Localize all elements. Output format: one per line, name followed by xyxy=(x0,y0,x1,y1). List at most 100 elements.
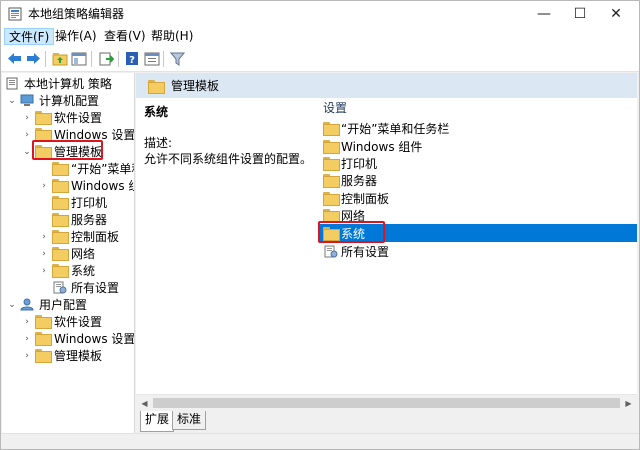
tree-item-all-settings[interactable]: 所有设置 xyxy=(39,279,119,296)
column-header-setting[interactable]: 设置 xyxy=(316,98,637,118)
show-hide-tree-icon xyxy=(71,52,86,65)
folder-icon xyxy=(148,79,165,94)
help-icon: ? xyxy=(125,52,138,66)
tree-item-software-settings[interactable]: › 软件设置 xyxy=(22,109,102,126)
filter-button[interactable] xyxy=(169,50,186,67)
chevron-down-icon[interactable]: ⌄ xyxy=(22,143,32,160)
show-hide-tree-button[interactable] xyxy=(70,50,87,67)
chevron-down-icon[interactable]: ⌄ xyxy=(7,92,17,109)
back-button[interactable] xyxy=(6,50,23,67)
tree-item-label: 管理模板 xyxy=(54,349,103,363)
folder-icon xyxy=(323,139,340,154)
chevron-right-icon[interactable]: › xyxy=(39,245,49,262)
tree-item-control-panel[interactable]: › 控制面板 xyxy=(39,228,119,245)
list-item-windows-components[interactable]: Windows 组件 xyxy=(320,137,637,155)
tree-item-user-software-settings[interactable]: › 软件设置 xyxy=(22,313,102,330)
group-policy-editor-window: 本地组策略编辑器 — ☐ ✕ 文件(F) 操作(A) 查看(V) 帮助(H) ? xyxy=(0,0,640,450)
tree-item-label: 打印机 xyxy=(71,196,108,210)
export-list-button[interactable] xyxy=(97,50,114,67)
folder-icon xyxy=(323,121,340,136)
toolbar-separator xyxy=(91,51,92,67)
list-item-label: 服务器 xyxy=(341,173,378,188)
list-item-start-menu[interactable]: “开始”菜单和任务栏 xyxy=(320,119,637,137)
window-title: 本地组策略编辑器 xyxy=(28,7,125,21)
tree-item-user-config[interactable]: ⌄ 用户配置 xyxy=(7,296,87,313)
menu-bar: 文件(F) 操作(A) 查看(V) 帮助(H) xyxy=(1,27,639,45)
tree-item-label: 系统 xyxy=(71,264,96,278)
tree-item-local-computer-policy[interactable]: 本地计算机 策略 xyxy=(5,75,112,92)
list-item-all-settings[interactable]: 所有设置 xyxy=(320,242,637,260)
tree-item-printers[interactable]: 打印机 xyxy=(39,194,107,211)
tree-item-user-admin-templates[interactable]: › 管理模板 xyxy=(22,347,102,364)
menu-action[interactable]: 操作(A) xyxy=(51,28,101,45)
tree-item-start-menu[interactable]: “开始”菜单和 xyxy=(39,160,134,177)
list-item-label: 所有设置 xyxy=(341,244,390,259)
horizontal-scrollbar[interactable]: ◀ ▶ xyxy=(136,394,637,411)
up-folder-icon xyxy=(52,52,67,65)
description-title: 系统 xyxy=(144,105,169,119)
computer-icon xyxy=(20,94,34,106)
toolbar-separator xyxy=(118,51,119,67)
tree-item-label: 软件设置 xyxy=(54,315,103,329)
chevron-right-icon[interactable]: › xyxy=(22,330,32,347)
chevron-right-icon[interactable]: › xyxy=(22,347,32,364)
folder-icon xyxy=(323,156,340,171)
description-label: 描述: xyxy=(144,136,173,150)
tree-item-user-windows-settings[interactable]: › Windows 设置 xyxy=(22,330,134,347)
description-text: 允许不同系统组件设置的配置。 xyxy=(144,152,313,166)
forward-icon xyxy=(27,53,40,64)
folder-icon xyxy=(323,173,340,188)
folder-icon xyxy=(35,349,52,363)
list-item-label: “开始”菜单和任务栏 xyxy=(341,121,450,136)
tree-item-label: 服务器 xyxy=(71,213,108,227)
svg-text:?: ? xyxy=(129,55,135,66)
scrollbar-thumb[interactable] xyxy=(153,398,620,408)
folder-icon xyxy=(35,315,52,329)
chevron-right-icon[interactable]: › xyxy=(22,109,32,126)
folder-icon xyxy=(323,208,340,223)
tree-item-server[interactable]: 服务器 xyxy=(39,211,107,228)
chevron-right-icon[interactable]: › xyxy=(39,177,49,194)
folder-icon xyxy=(323,191,340,206)
chevron-right-icon[interactable]: › xyxy=(39,228,49,245)
tree-item-label: “开始”菜单和 xyxy=(71,162,134,176)
computer-policy-icon xyxy=(6,77,18,90)
tree-item-label: 软件设置 xyxy=(54,111,103,125)
forward-button[interactable] xyxy=(25,50,42,67)
tree-item-system[interactable]: › 系统 xyxy=(39,262,95,279)
scroll-left-icon[interactable]: ◀ xyxy=(136,395,153,412)
tab-extended[interactable]: 扩展 xyxy=(140,411,175,432)
all-settings-icon xyxy=(324,245,338,257)
title-bar: 本地组策略编辑器 — ☐ ✕ xyxy=(1,1,639,27)
list-item-printers[interactable]: 打印机 xyxy=(320,154,637,172)
properties-button[interactable] xyxy=(143,50,160,67)
view-tabs: 扩展 标准 xyxy=(136,411,637,433)
all-settings-icon xyxy=(53,281,67,294)
chevron-right-icon[interactable]: › xyxy=(39,262,49,279)
up-one-level-button[interactable] xyxy=(51,50,68,67)
menu-view[interactable]: 查看(V) xyxy=(100,28,150,45)
help-button[interactable]: ? xyxy=(123,50,140,67)
menu-help[interactable]: 帮助(H) xyxy=(147,28,197,45)
scroll-right-icon[interactable]: ▶ xyxy=(620,395,637,412)
chevron-right-icon[interactable]: › xyxy=(22,126,32,143)
list-item-control-panel[interactable]: 控制面板 xyxy=(320,189,637,207)
tree-item-windows-components[interactable]: › Windows 组件 xyxy=(39,177,134,194)
menu-file[interactable]: 文件(F) xyxy=(4,28,55,45)
chevron-down-icon[interactable]: ⌄ xyxy=(7,296,17,313)
close-button[interactable]: ✕ xyxy=(593,1,639,27)
chevron-right-icon[interactable]: › xyxy=(22,313,32,330)
tree-item-computer-config[interactable]: ⌄ 计算机配置 xyxy=(7,92,99,109)
list-item-server[interactable]: 服务器 xyxy=(320,171,637,189)
tree-item-label: 所有设置 xyxy=(71,281,120,295)
settings-list: 设置 “开始”菜单和任务栏 Windows 组件 打印机 服务器 控制面板 网络… xyxy=(316,98,637,413)
highlight-box xyxy=(318,221,385,243)
folder-icon xyxy=(52,196,69,210)
tree-item-network[interactable]: › 网络 xyxy=(39,245,95,262)
list-item-label: 打印机 xyxy=(341,156,378,171)
list-item-label: 控制面板 xyxy=(341,191,390,206)
expander-blank xyxy=(39,160,49,177)
tab-standard[interactable]: 标准 xyxy=(172,411,207,430)
folder-icon xyxy=(52,179,69,193)
list-item-label: Windows 组件 xyxy=(341,139,423,154)
